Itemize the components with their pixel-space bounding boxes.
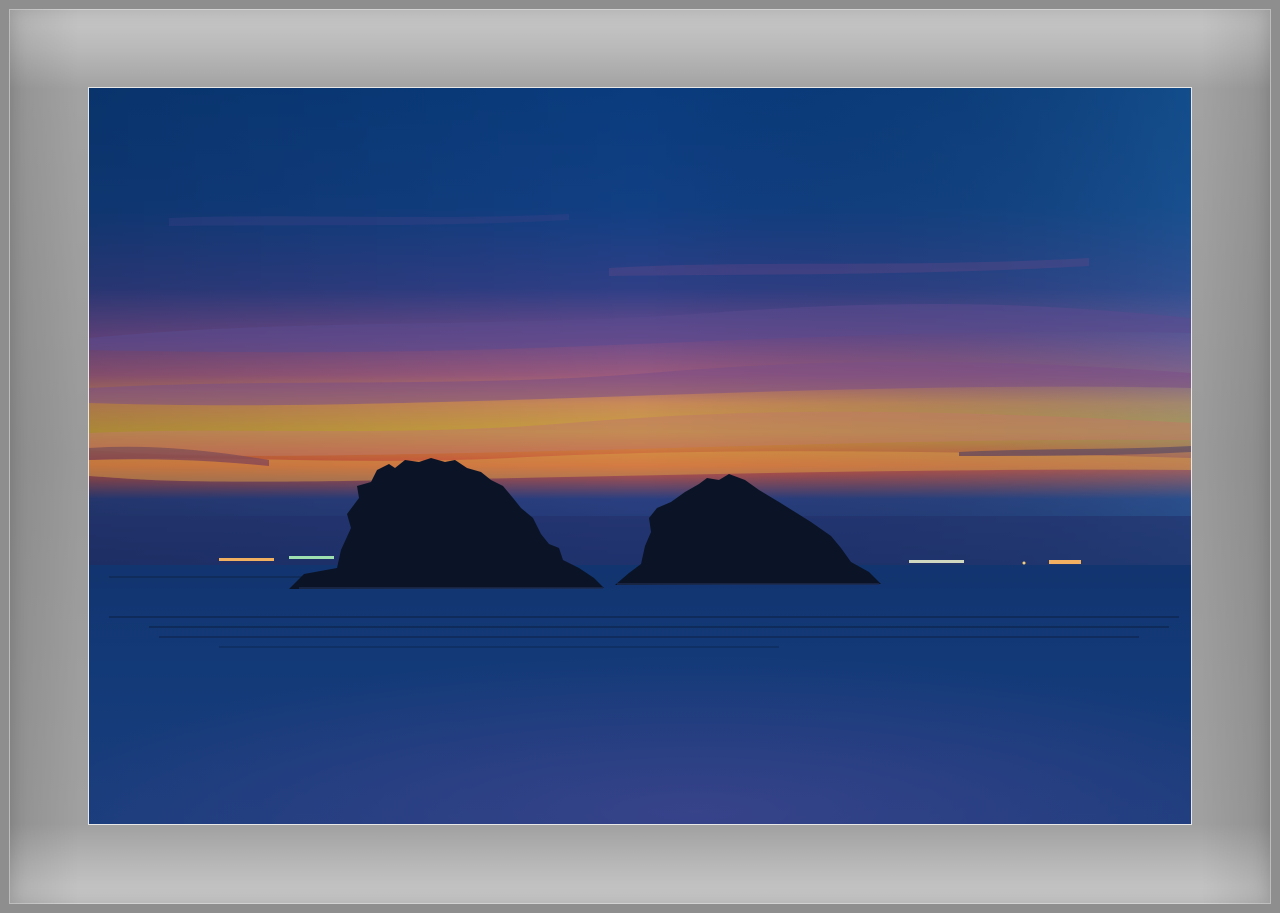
photo-canvas — [89, 88, 1191, 824]
picture-frame — [0, 0, 1280, 913]
landscape-photo — [88, 87, 1192, 825]
